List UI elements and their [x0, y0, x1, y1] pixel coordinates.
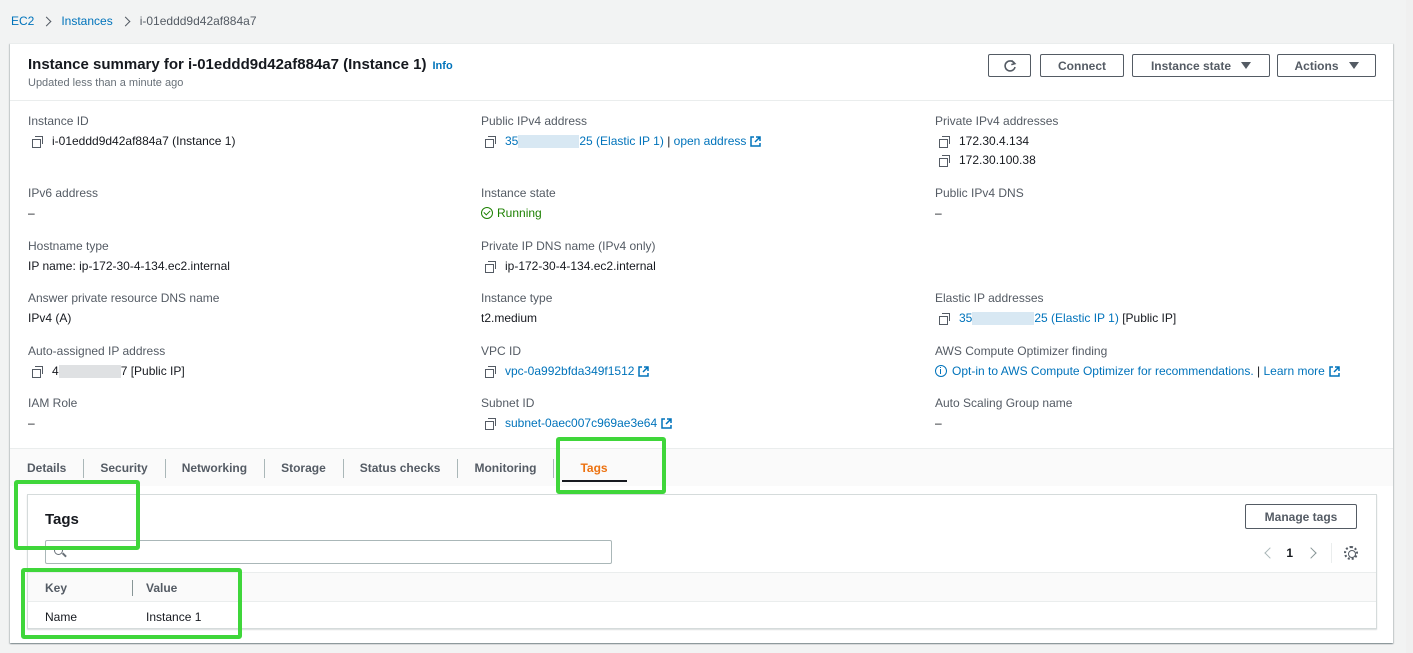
page-number[interactable]: 1 — [1286, 546, 1293, 560]
chevron-right-icon — [120, 16, 131, 26]
tab-bar: Details Security Networking Storage Stat… — [10, 448, 1393, 486]
column-value[interactable]: Value — [146, 581, 177, 595]
info-link[interactable]: Info — [433, 60, 453, 72]
chevron-left-icon[interactable] — [1264, 547, 1276, 559]
learn-more-link[interactable]: Learn more — [1263, 364, 1324, 378]
instance-type-field: Instance type t2.medium — [481, 291, 553, 325]
pagination: 1 — [1261, 543, 1358, 563]
settings-gear-icon[interactable] — [1344, 546, 1358, 560]
instance-id-field: Instance ID i-01eddd9d42af884a7 (Instanc… — [28, 114, 236, 148]
table-row: Name Instance 1 — [28, 602, 1376, 630]
copy-icon[interactable] — [485, 135, 496, 148]
auto-ip-field: Auto-assigned IP address 47 [Public IP] — [28, 344, 185, 378]
copy-icon[interactable] — [485, 365, 496, 378]
public-ipv4-field: Public IPv4 address 35 25 (Elastic IP 1) … — [481, 114, 762, 148]
breadcrumb: EC2 Instances i-01eddd9d42af884a7 — [11, 14, 257, 28]
private-dns-field: Private IP DNS name (IPv4 only) ip-172-3… — [481, 239, 656, 273]
breadcrumb-ec2[interactable]: EC2 — [11, 14, 34, 28]
vpc-link[interactable]: vpc-0a992bfda349f1512 — [505, 364, 634, 378]
tag-value: Instance 1 — [146, 610, 202, 624]
external-link-icon — [638, 365, 650, 377]
actions-button[interactable]: Actions — [1277, 54, 1376, 77]
updated-text: Updated less than a minute ago — [28, 77, 184, 89]
caret-down-icon — [1348, 62, 1359, 69]
hostname-type-field: Hostname type IP name: ip-172-30-4-134.e… — [28, 239, 230, 273]
public-ip-link[interactable]: 25 (Elastic IP 1) — [579, 134, 663, 148]
subnet-id-field: Subnet ID subnet-0aec007c969ae3e64 — [481, 396, 672, 430]
elastic-ips-field: Elastic IP addresses 35 25 (Elastic IP 1)… — [935, 291, 1177, 325]
external-link-icon — [1329, 365, 1340, 377]
breadcrumb-current: i-01eddd9d42af884a7 — [139, 14, 257, 28]
tag-key: Name — [45, 610, 78, 624]
ipv6-field: IPv6 address – — [28, 186, 99, 220]
answer-dns-field: Answer private resource DNS name IPv4 (A… — [28, 291, 220, 325]
private-ipv4-field: Private IPv4 addresses 172.30.4.134 172.… — [935, 114, 1059, 167]
public-dns-field: Public IPv4 DNS – — [935, 186, 1024, 220]
vpc-id-field: VPC ID vpc-0a992bfda349f1512 — [481, 344, 650, 378]
tab-monitoring[interactable]: Monitoring — [457, 449, 553, 487]
tab-networking[interactable]: Networking — [164, 449, 264, 487]
external-link-icon — [661, 417, 672, 429]
tab-details[interactable]: Details — [10, 449, 83, 487]
tags-container: Tags Manage tags 1 Key Value Name Instan… — [27, 494, 1377, 629]
iam-role-field: IAM Role – — [28, 396, 78, 430]
chevron-right-icon — [41, 16, 52, 26]
instance-summary-panel: Instance summary for i-01eddd9d42af884a7… — [10, 43, 1393, 643]
redacted-block — [972, 311, 1035, 325]
instance-state-field: Instance state Running — [481, 186, 556, 220]
optimizer-field: AWS Compute Optimizer finding Opt-in to … — [935, 344, 1340, 378]
asg-field: Auto Scaling Group name – — [935, 396, 1073, 430]
status-success-icon — [481, 207, 493, 219]
chevron-right-icon[interactable] — [1305, 547, 1317, 559]
copy-icon[interactable] — [32, 135, 43, 148]
external-link-icon — [750, 135, 762, 147]
subnet-link[interactable]: subnet-0aec007c969ae3e64 — [505, 416, 657, 430]
refresh-button[interactable] — [988, 54, 1031, 77]
tags-title: Tags — [45, 511, 79, 528]
search-icon — [54, 546, 63, 555]
copy-icon[interactable] — [32, 365, 43, 378]
instance-state-button[interactable]: Instance state — [1132, 54, 1270, 77]
redacted-block — [518, 134, 580, 148]
column-key[interactable]: Key — [45, 581, 67, 595]
tags-search-input[interactable] — [45, 540, 612, 564]
redacted-block — [58, 364, 121, 378]
refresh-icon — [1003, 59, 1016, 72]
tab-tags[interactable]: Tags — [553, 449, 635, 487]
copy-icon[interactable] — [485, 260, 496, 273]
tab-status-checks[interactable]: Status checks — [342, 449, 458, 487]
manage-tags-button[interactable]: Manage tags — [1245, 504, 1357, 529]
breadcrumb-instances[interactable]: Instances — [61, 14, 112, 28]
tab-storage[interactable]: Storage — [264, 449, 343, 487]
copy-icon[interactable] — [485, 417, 496, 430]
open-address-link[interactable]: open address — [674, 134, 747, 148]
connect-button[interactable]: Connect — [1040, 54, 1124, 77]
info-icon — [935, 365, 947, 377]
copy-icon[interactable] — [939, 312, 950, 325]
copy-icon[interactable] — [939, 154, 950, 167]
copy-icon[interactable] — [939, 135, 950, 148]
tab-security[interactable]: Security — [83, 449, 164, 487]
caret-down-icon — [1241, 62, 1252, 69]
scrollbar[interactable] — [1406, 0, 1413, 653]
summary-header: Instance summary for i-01eddd9d42af884a7… — [10, 44, 1393, 101]
elastic-ip-link[interactable]: 25 (Elastic IP 1) — [1034, 311, 1118, 325]
page-title: Instance summary for i-01eddd9d42af884a7… — [28, 56, 453, 73]
table-header: Key Value — [28, 572, 1376, 602]
optimizer-link[interactable]: Opt-in to AWS Compute Optimizer for reco… — [952, 364, 1254, 378]
